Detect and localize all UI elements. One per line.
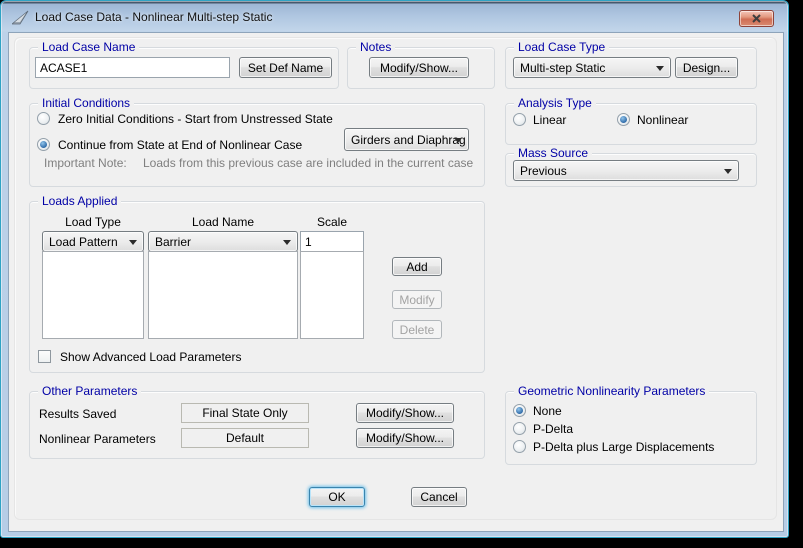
chevron-down-icon — [724, 169, 732, 174]
load-case-type-group-label: Load Case Type — [514, 40, 609, 54]
geometric-none-radio[interactable] — [513, 404, 526, 417]
app-icon — [12, 10, 30, 25]
nonlinear-parameters-label: Nonlinear Parameters — [39, 432, 156, 446]
other-parameters-group: Other Parameters — [29, 391, 485, 459]
titlebar[interactable]: Load Case Data - Nonlinear Multi-step St… — [1, 1, 788, 32]
analysis-type-group-label: Analysis Type — [514, 96, 596, 110]
nonlinear-parameters-modify-show-button[interactable]: Modify/Show... — [356, 428, 454, 448]
pdelta-radio[interactable] — [513, 422, 526, 435]
load-name-list[interactable] — [148, 251, 298, 339]
pdelta-label: P-Delta — [533, 422, 573, 436]
load-case-name-input[interactable] — [35, 57, 230, 78]
important-note-text: Loads from this previous case are includ… — [143, 156, 473, 170]
scale-list[interactable] — [300, 251, 364, 339]
load-case-type-combo[interactable]: Multi-step Static — [513, 57, 671, 78]
other-parameters-group-label: Other Parameters — [38, 384, 141, 398]
pdelta-large-displacements-label: P-Delta plus Large Displacements — [533, 440, 714, 454]
previous-case-combo[interactable]: Girders and Diaphrag — [344, 128, 469, 151]
load-type-value: Load Pattern — [49, 235, 118, 249]
modify-button[interactable]: Modify — [392, 290, 442, 309]
scale-column-header: Scale — [300, 215, 364, 229]
linear-label: Linear — [533, 113, 566, 127]
chevron-down-icon — [283, 240, 291, 245]
show-advanced-label: Show Advanced Load Parameters — [60, 350, 241, 364]
ok-button[interactable]: OK — [309, 487, 365, 507]
results-saved-value: Final State Only — [181, 403, 309, 423]
chevron-down-icon — [454, 138, 462, 143]
load-name-column-header: Load Name — [148, 215, 298, 229]
chevron-down-icon — [129, 240, 137, 245]
linear-radio[interactable] — [513, 113, 526, 126]
geometric-nonlinearity-group-label: Geometric Nonlinearity Parameters — [514, 384, 709, 398]
results-saved-label: Results Saved — [39, 407, 116, 421]
nonlinear-radio[interactable] — [617, 113, 630, 126]
load-type-column-header: Load Type — [42, 215, 144, 229]
important-note-label: Important Note: — [44, 156, 127, 170]
previous-case-value: Girders and Diaphrag — [351, 133, 466, 147]
chevron-down-icon — [656, 66, 664, 71]
load-type-list[interactable] — [42, 251, 144, 339]
add-button[interactable]: Add — [392, 257, 442, 276]
load-name-combo[interactable]: Barrier — [148, 231, 298, 252]
geometric-none-label: None — [533, 404, 562, 418]
zero-initial-conditions-radio[interactable] — [37, 112, 50, 125]
dialog-window: Load Case Data - Nonlinear Multi-step St… — [0, 0, 789, 538]
results-saved-modify-show-button[interactable]: Modify/Show... — [356, 403, 454, 423]
delete-button[interactable]: Delete — [392, 320, 442, 339]
load-name-value: Barrier — [155, 235, 191, 249]
load-case-name-group-label: Load Case Name — [38, 40, 139, 54]
design-button[interactable]: Design... — [675, 57, 738, 78]
load-case-type-value: Multi-step Static — [520, 61, 605, 75]
scale-input[interactable] — [300, 231, 364, 252]
cancel-button[interactable]: Cancel — [411, 487, 467, 507]
close-button[interactable] — [739, 10, 774, 27]
mass-source-combo[interactable]: Previous — [513, 160, 739, 181]
nonlinear-parameters-value: Default — [181, 428, 309, 448]
mass-source-group-label: Mass Source — [514, 146, 592, 160]
show-advanced-checkbox[interactable] — [38, 350, 51, 363]
nonlinear-label: Nonlinear — [637, 113, 688, 127]
continue-from-state-label: Continue from State at End of Nonlinear … — [58, 138, 302, 152]
mass-source-value: Previous — [520, 164, 567, 178]
notes-modify-show-button[interactable]: Modify/Show... — [369, 57, 469, 78]
notes-group-label: Notes — [356, 40, 395, 54]
continue-from-state-radio[interactable] — [37, 138, 50, 151]
close-icon — [752, 12, 761, 26]
loads-applied-group-label: Loads Applied — [38, 194, 121, 208]
initial-conditions-group-label: Initial Conditions — [38, 96, 134, 110]
zero-initial-conditions-label: Zero Initial Conditions - Start from Uns… — [58, 112, 333, 126]
load-type-combo[interactable]: Load Pattern — [42, 231, 144, 252]
set-def-name-button[interactable]: Set Def Name — [239, 57, 332, 78]
pdelta-large-displacements-radio[interactable] — [513, 440, 526, 453]
window-title: Load Case Data - Nonlinear Multi-step St… — [35, 10, 272, 24]
